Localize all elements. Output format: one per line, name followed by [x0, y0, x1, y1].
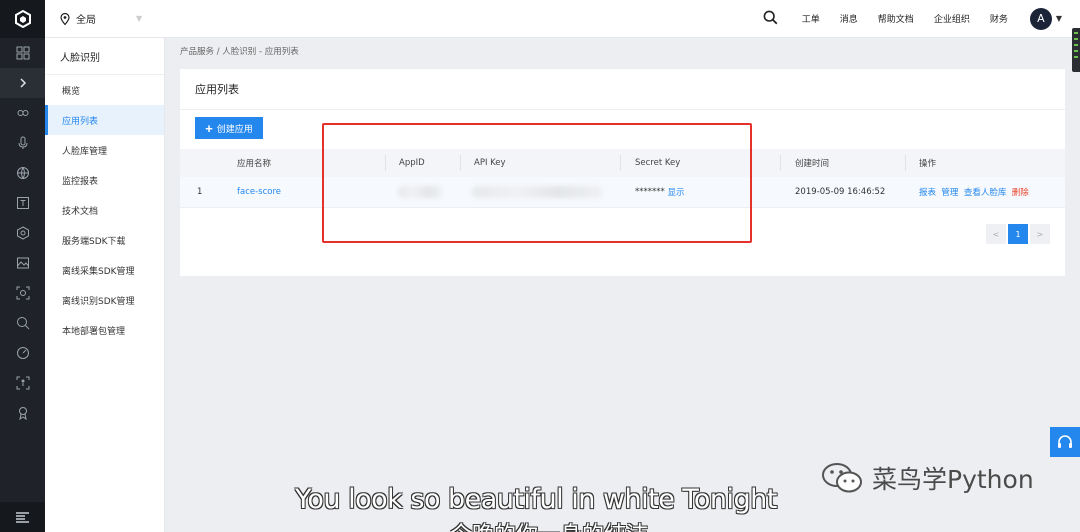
app-name-link[interactable]: face-score — [237, 177, 281, 207]
brand-logo-icon[interactable] — [0, 0, 45, 38]
delete-link[interactable]: 删除 — [1012, 186, 1029, 198]
grid-icon[interactable] — [0, 38, 45, 68]
top-bar: 全局 ▼ 工单 消息 帮助文档 企业组织 财务 A ▼ — [45, 0, 1080, 38]
region-selector[interactable]: 全局 ▼ — [60, 11, 142, 26]
created-time: 2019-05-09 16:46:52 — [795, 187, 886, 197]
sidebar-title: 人脸识别 — [45, 38, 164, 75]
ticket-link[interactable]: 工单 — [802, 12, 820, 25]
expand-chevron-icon[interactable] — [0, 68, 45, 98]
finance-link[interactable]: 财务 — [990, 12, 1008, 25]
organization-link[interactable]: 企业组织 — [934, 12, 970, 25]
row-index: 1 — [197, 187, 203, 197]
divider — [180, 109, 1065, 110]
image-icon[interactable] — [0, 248, 45, 278]
view-face-library-link[interactable]: 查看人脸库 — [964, 186, 1007, 198]
sidebar-item-offline-capture-sdk[interactable]: 离线采集SDK管理 — [45, 255, 164, 285]
messages-link[interactable]: 消息 — [840, 12, 858, 25]
next-page-button[interactable]: > — [1030, 224, 1050, 244]
microphone-icon[interactable] — [0, 128, 45, 158]
search-icon[interactable] — [763, 10, 778, 28]
column-header-name: 应用名称 — [237, 159, 272, 169]
face-search-icon[interactable] — [0, 308, 45, 338]
pagination: < 1 > — [984, 224, 1050, 244]
text-icon[interactable] — [0, 188, 45, 218]
dashboard-icon[interactable] — [0, 338, 45, 368]
subtitle-english: You look so beautiful in white Tonight — [295, 484, 777, 515]
location-pin-icon — [60, 12, 70, 25]
wechat-icon — [822, 463, 862, 493]
sidebar-item-local-deploy[interactable]: 本地部署包管理 — [45, 315, 164, 345]
report-link[interactable]: 报表 — [919, 186, 936, 198]
sidebar-item-monitor-report[interactable]: 监控报表 — [45, 165, 164, 195]
sidebar-item-offline-recognition-sdk[interactable]: 离线识别SDK管理 — [45, 285, 164, 315]
sidebar-item-tech-docs[interactable]: 技术文档 — [45, 195, 164, 225]
highlight-box — [322, 123, 752, 243]
plus-icon: + — [205, 120, 213, 136]
globe-icon[interactable] — [0, 158, 45, 188]
menu-toggle-icon[interactable] — [0, 502, 45, 532]
body-scan-icon[interactable] — [0, 368, 45, 398]
column-header-actions: 操作 — [919, 159, 937, 169]
prev-page-button[interactable]: < — [986, 224, 1006, 244]
product-sidebar: 人脸识别 概览 应用列表 人脸库管理 监控报表 技术文档 服务端SDK下载 离线… — [45, 38, 165, 532]
watermark-text: 菜鸟学Python — [872, 465, 1034, 494]
sidebar-item-server-sdk[interactable]: 服务端SDK下载 — [45, 225, 164, 255]
face-scan-icon[interactable] — [0, 278, 45, 308]
avatar[interactable]: A — [1029, 7, 1052, 30]
actions-cell: 报表 管理 查看人脸库 删除 — [919, 177, 1029, 207]
help-docs-link[interactable]: 帮助文档 — [878, 12, 914, 25]
region-label: 全局 — [76, 15, 96, 26]
page-title: 应用列表 — [195, 83, 239, 96]
status-indicator — [1072, 28, 1080, 72]
avatar-chevron-icon[interactable]: ▼ — [1056, 14, 1062, 23]
sidebar-item-face-library[interactable]: 人脸库管理 — [45, 135, 164, 165]
watermark: 菜鸟学Python — [820, 460, 1034, 496]
column-header-created: 创建时间 — [795, 159, 830, 169]
award-icon[interactable] — [0, 398, 45, 428]
chevron-down-icon: ▼ — [136, 14, 143, 23]
link-icon[interactable] — [0, 98, 45, 128]
subtitle-chinese: 今晚的你一身的纯洁 — [450, 517, 648, 532]
sidebar-item-overview[interactable]: 概览 — [45, 75, 164, 105]
headset-icon[interactable] — [1050, 427, 1080, 457]
create-app-label: 创建应用 — [216, 123, 253, 134]
manage-link[interactable]: 管理 — [941, 186, 958, 198]
create-app-button[interactable]: + 创建应用 — [195, 117, 263, 139]
icon-rail — [0, 0, 45, 532]
cube-icon[interactable] — [0, 218, 45, 248]
breadcrumb: 产品服务 / 人脸识别 - 应用列表 — [180, 47, 299, 57]
sidebar-item-app-list[interactable]: 应用列表 — [45, 105, 164, 135]
page-1-button[interactable]: 1 — [1008, 224, 1028, 244]
